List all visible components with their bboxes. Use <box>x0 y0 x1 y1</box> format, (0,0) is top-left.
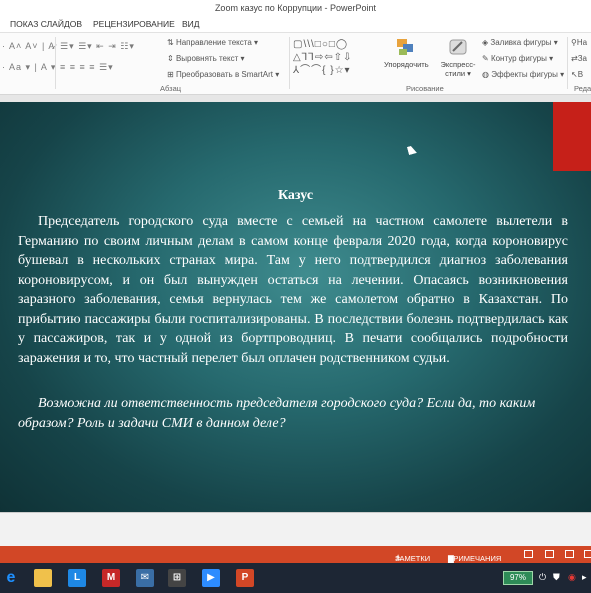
notification-icon[interactable]: ▸ <box>582 572 587 583</box>
powerpoint-taskbar-icon[interactable]: P <box>236 569 254 587</box>
editing-group-label: Реда <box>574 84 591 93</box>
effects-icon: ◍ <box>482 70 492 79</box>
store-icon[interactable]: ⊞ <box>168 569 186 587</box>
shape-effects-button[interactable]: ◍ Эффекты фигуры ▾ <box>482 70 564 79</box>
arrange-button[interactable]: Упорядочить <box>384 37 429 77</box>
text-direction-icon: ⇅ <box>167 38 176 47</box>
power-plug-icon[interactable]: ⏻ <box>539 572 546 583</box>
replace-button[interactable]: ⇄За <box>571 54 587 63</box>
slide-title[interactable]: Казус <box>0 188 591 204</box>
text-direction-button[interactable]: ⇅ Направление текста ▾ <box>167 38 258 47</box>
align-text-button[interactable]: ⇕ Выровнять текст ▾ <box>167 54 245 63</box>
reading-view-icon[interactable] <box>565 550 574 558</box>
select-button[interactable]: ↖В <box>571 70 583 79</box>
mcafee-icon[interactable]: M <box>102 569 120 587</box>
align-buttons[interactable]: ≡ ≡ ≡ ≡ ☰▾ <box>60 62 114 73</box>
quick-styles-icon <box>449 39 467 55</box>
paragraph-group-label: Абзац <box>160 84 182 93</box>
edge-browser-icon[interactable]: e <box>2 569 20 587</box>
ribbon-tabs: ПОКАЗ СЛАЙДОВ РЕЦЕНЗИРОВАНИЕ ВИД <box>0 16 591 32</box>
slide-canvas[interactable]: Казус Председатель городского суда вмест… <box>0 102 591 512</box>
mouse-cursor-icon <box>407 145 417 155</box>
smartart-icon: ⊞ <box>167 70 176 79</box>
slide-sorter-icon[interactable] <box>545 550 554 558</box>
divider <box>289 37 290 89</box>
tab-view[interactable]: ВИД <box>182 19 200 29</box>
mail-icon[interactable]: ✉ <box>136 569 154 587</box>
tab-slideshow[interactable]: ПОКАЗ СЛАЙДОВ <box>10 19 82 29</box>
drawing-group-label: Рисование <box>406 84 444 93</box>
workspace-gap <box>0 95 591 102</box>
battery-indicator[interactable]: 97% <box>503 571 533 585</box>
align-text-icon: ⇕ <box>167 54 176 63</box>
select-arrow-icon: ↖ <box>571 70 578 79</box>
slide-body-text[interactable]: Председатель городского суда вместе с се… <box>18 212 568 368</box>
shape-outline-button[interactable]: ✎ Контур фигуры ▾ <box>482 54 553 63</box>
taskbar: e L M ✉ ⊞ ▶ P 97% ⏻ ⛊ ◉ ▸ <box>0 563 591 593</box>
pen-outline-icon: ✎ <box>482 54 491 63</box>
security-alert-icon[interactable]: ◉ <box>568 572 576 583</box>
list-buttons[interactable]: ☰▾ ☰▾ ⇤ ⇥ ☷▾ <box>60 41 135 52</box>
replace-icon: ⇄ <box>571 54 578 63</box>
font-size-buttons[interactable]: · A˄ A˅ | A̷ <box>2 41 55 51</box>
zoom-icon[interactable]: ▶ <box>202 569 220 587</box>
divider <box>55 37 56 89</box>
shape-fill-button[interactable]: ◈ Заливка фигуры ▾ <box>482 38 558 47</box>
tab-review[interactable]: РЕЦЕНЗИРОВАНИЕ <box>93 19 175 29</box>
title-bar: Zoom казус по Коррупции - PowerPoint <box>0 0 591 16</box>
file-explorer-icon[interactable] <box>34 569 52 587</box>
case-color-buttons[interactable]: · Aa ▾ | A ▾ <box>2 62 56 73</box>
shapes-row-2: △⅂⅂⇨⇦⇧⇩ <box>293 52 353 63</box>
shield-icon[interactable]: ⛊ <box>553 572 560 583</box>
slide-question-text[interactable]: Возможна ли ответственность председателя… <box>18 394 568 433</box>
slideshow-icon[interactable] <box>584 550 591 558</box>
normal-view-icon[interactable] <box>524 550 533 558</box>
quick-styles-button[interactable]: Экспресс- стили ▾ <box>436 37 480 78</box>
shapes-gallery[interactable]: ▢\\\□○□◯ △⅂⅂⇨⇦⇧⇩ ⅄⌒⌒{ }☆▾ <box>293 38 379 80</box>
divider <box>567 37 568 89</box>
ribbon: · A˄ A˅ | A̷ · Aa ▾ | A ▾ ☰▾ ☰▾ ⇤ ⇥ ☷▾ ≡… <box>0 32 591 95</box>
shapes-row-3: ⅄⌒⌒{ }☆▾ <box>293 65 351 76</box>
notes-pane[interactable] <box>0 512 591 546</box>
window-title: Zoom казус по Коррупции - PowerPoint <box>214 3 377 13</box>
lync-app-icon[interactable]: L <box>68 569 86 587</box>
slide-accent-bar <box>553 102 591 171</box>
arrange-icon <box>397 39 413 55</box>
powerpoint-window: Zoom казус по Коррупции - PowerPoint ПОК… <box>0 0 591 593</box>
shapes-row-1: ▢\\\□○□◯ <box>293 39 349 50</box>
convert-smartart-button[interactable]: ⊞ Преобразовать в SmartArt ▾ <box>167 70 279 79</box>
status-bar: ≜ ЗАМЕТКИ ▇ ПРИМЕЧАНИЯ <box>0 546 591 563</box>
find-button[interactable]: ⚲На <box>571 38 587 47</box>
